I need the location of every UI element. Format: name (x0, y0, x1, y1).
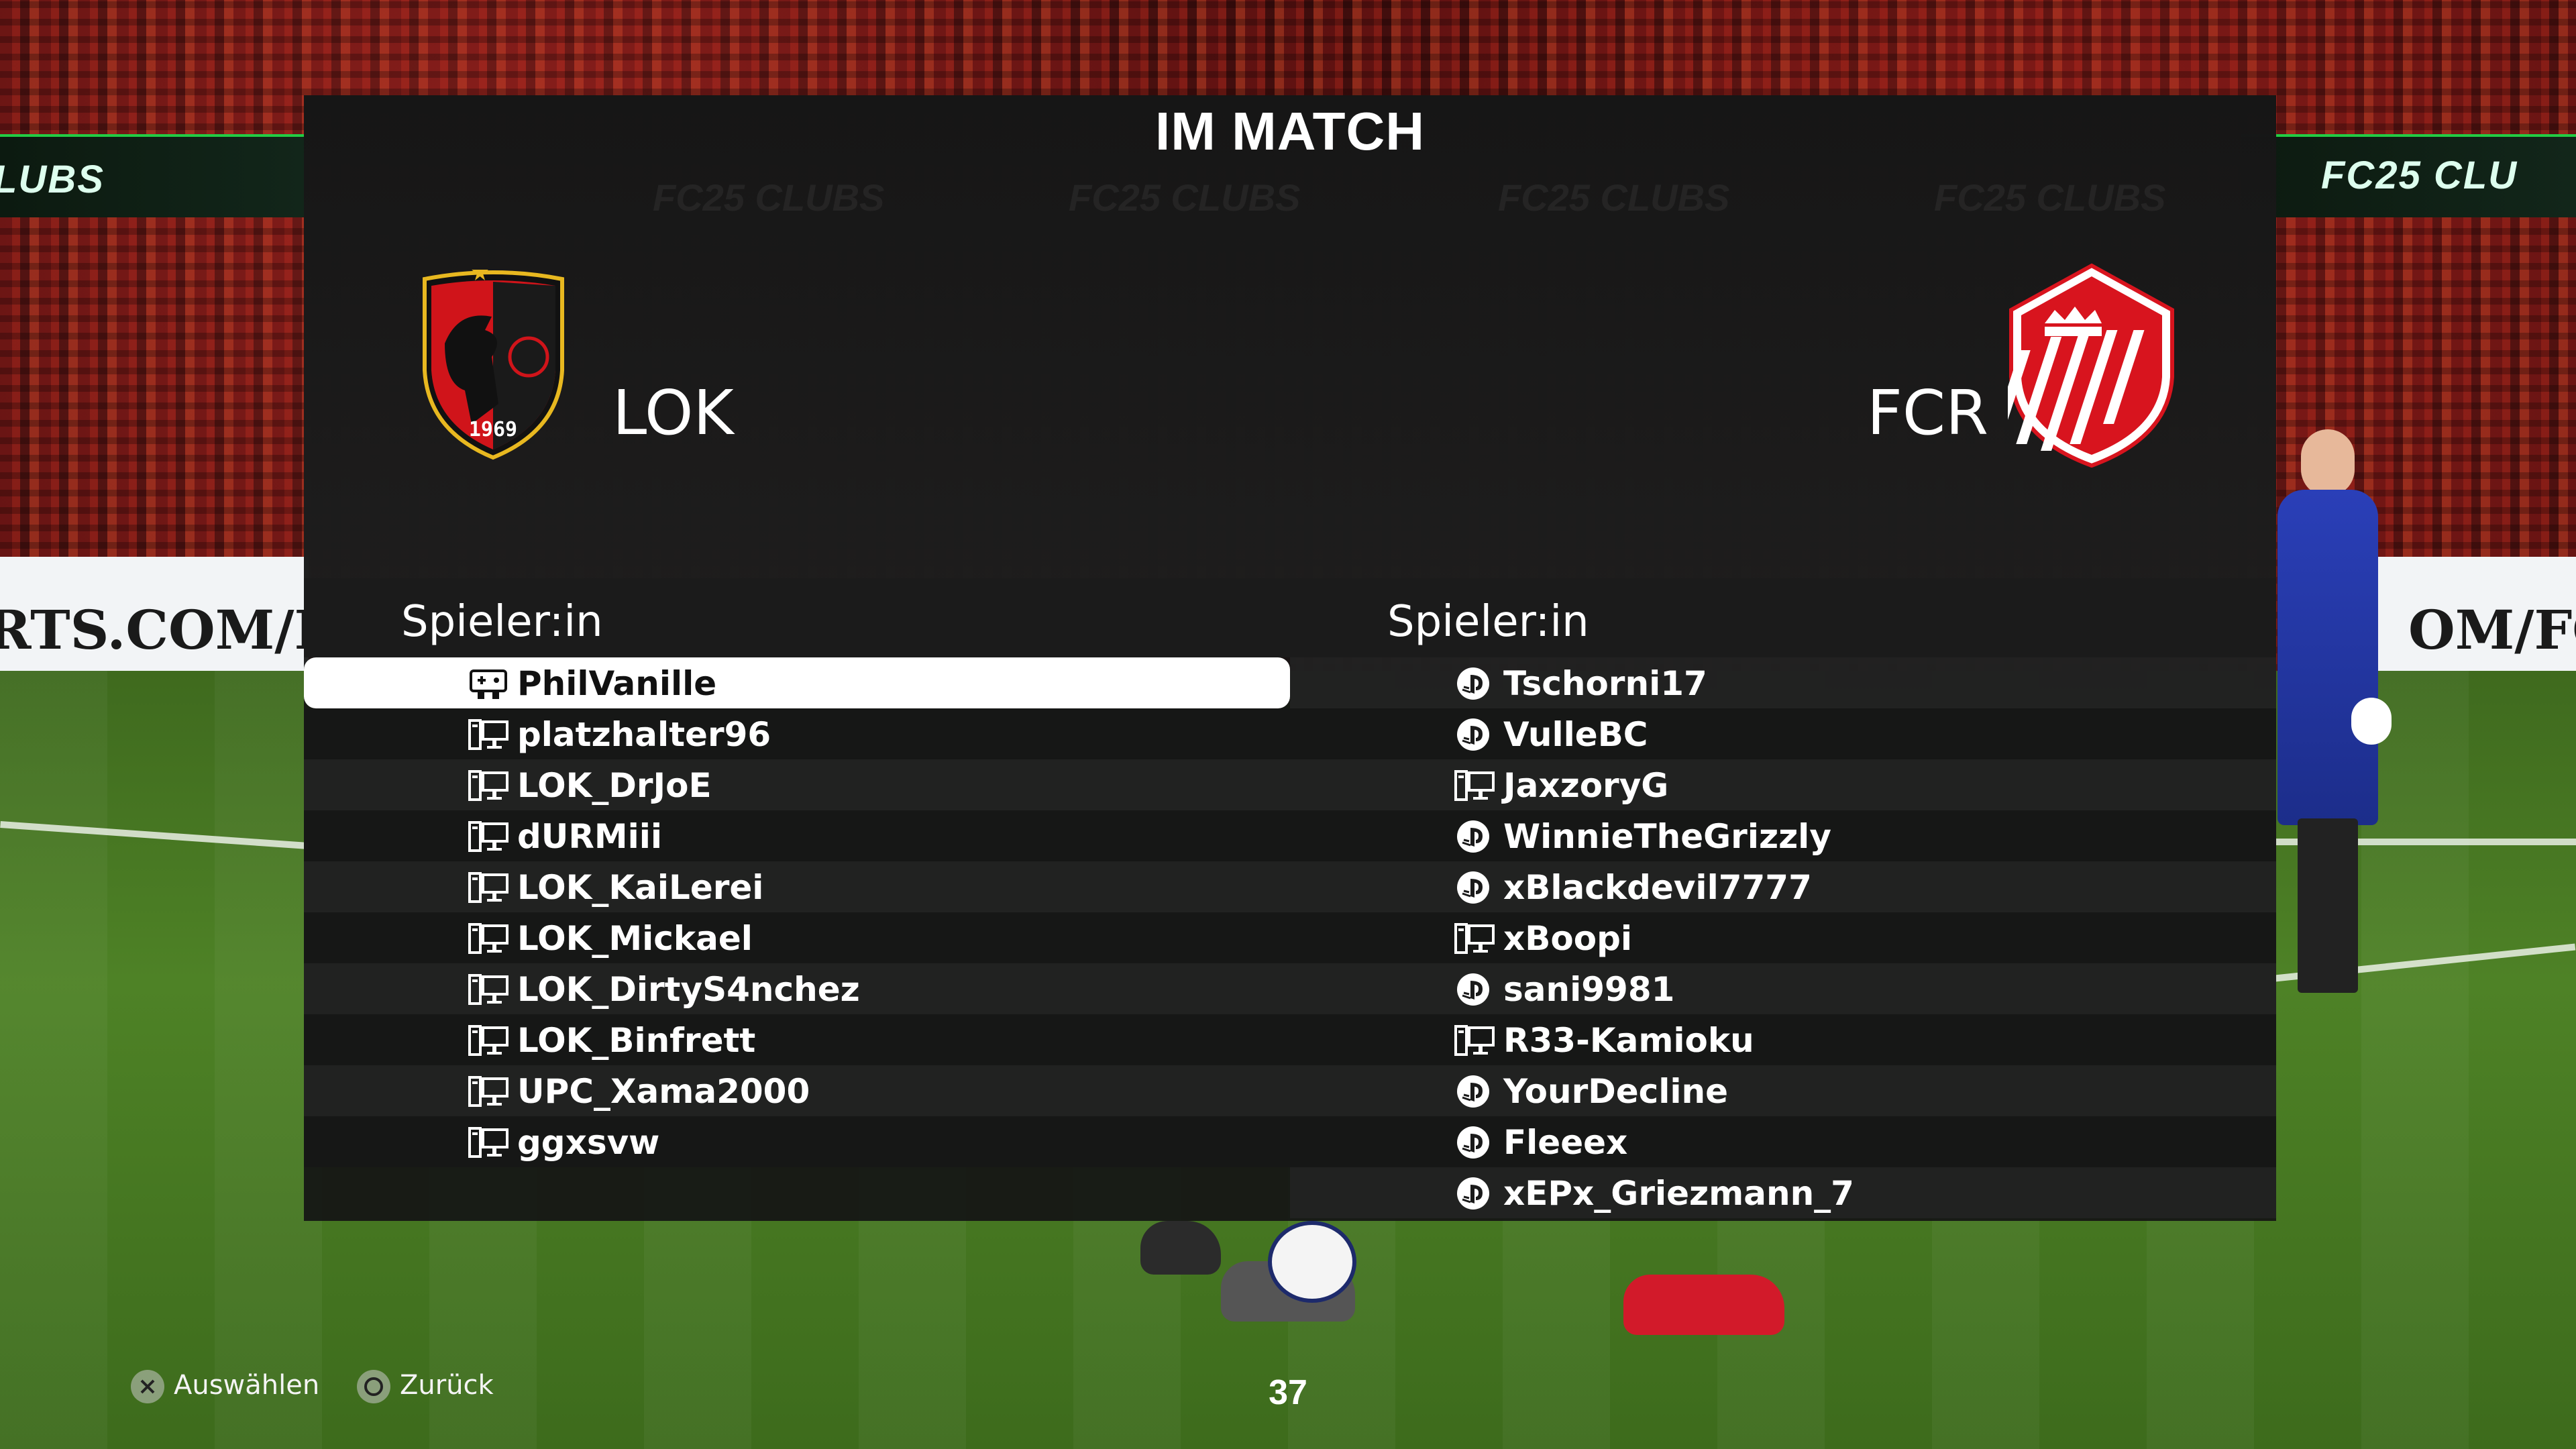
away-player-row[interactable]: Fleeex (1290, 1116, 2276, 1167)
watermark: FC25 CLUBS (653, 176, 885, 219)
select-label: Auswählen (174, 1370, 320, 1401)
controller-icon (468, 667, 508, 700)
away-player-row[interactable]: xBlackdevil7777 (1290, 861, 2276, 912)
player-name: LOK_DirtyS4nchez (517, 970, 860, 1009)
away-player-row[interactable]: JaxzoryG (1290, 759, 2276, 810)
home-player-row[interactable]: platzhalter96 (304, 708, 1290, 759)
home-player-row[interactable]: LOK_Mickael (304, 912, 1290, 963)
pc-icon (468, 718, 508, 751)
pitch-line (0, 820, 309, 850)
page-number: 37 (1269, 1373, 1307, 1412)
back-label: Zurück (400, 1370, 494, 1401)
home-player-row[interactable]: ggxsvw (304, 1116, 1290, 1167)
player-name: PhilVanille (517, 664, 717, 703)
player-name: LOK_DrJoE (517, 766, 712, 805)
away-team-abbr: FCR (1867, 377, 1989, 449)
home-player-list: PhilVanille platzhalter96 LOK_DrJoE dURMiii… (304, 657, 1290, 1167)
player-name: R33-Kamioku (1503, 1021, 1754, 1060)
home-team-crest: 1969 (423, 270, 564, 460)
away-player-row[interactable]: xEPx_Griezmann_7 (1290, 1167, 2276, 1218)
player-name: xEPx_Griezmann_7 (1503, 1174, 1854, 1213)
home-players-header: Spieler:in (304, 578, 1290, 657)
pc-icon (468, 1024, 508, 1057)
home-player-row[interactable]: LOK_DirtyS4nchez (304, 963, 1290, 1014)
playstation-icon (1454, 1075, 1495, 1108)
back-hint[interactable]: Zurück (357, 1370, 494, 1403)
player-name: Tschorni17 (1503, 664, 1707, 703)
panel-header: FC25 CLUBS FC25 CLUBS FC25 CLUBS FC25 CL… (304, 95, 2276, 578)
home-player-row[interactable]: LOK_Binfrett (304, 1014, 1290, 1065)
pc-icon (468, 1075, 508, 1108)
home-player-row[interactable]: UPC_Xama2000 (304, 1065, 1290, 1116)
pc-icon (1454, 922, 1495, 955)
home-player-row[interactable]: LOK_DrJoE (304, 759, 1290, 810)
playstation-icon (1454, 1177, 1495, 1210)
pc-icon (468, 820, 508, 853)
player-name: sani9981 (1503, 970, 1675, 1009)
away-player-row[interactable]: VulleBC (1290, 708, 2276, 759)
player-boot (1140, 1221, 1221, 1275)
away-player-row[interactable]: xBoopi (1290, 912, 2276, 963)
ad-board-left: LUBS (0, 134, 309, 217)
playstation-icon (1454, 871, 1495, 904)
player-name: YourDecline (1503, 1072, 1729, 1111)
player-name: xBlackdevil7777 (1503, 868, 1812, 907)
playstation-icon (1454, 667, 1495, 700)
away-player-list: Tschorni17 VulleBC JaxzoryG WinnieTheGrizzl… (1290, 657, 2276, 1218)
pc-icon (1454, 769, 1495, 802)
pc-icon (468, 769, 508, 802)
circle-button-icon (357, 1370, 390, 1403)
player-name: JaxzoryG (1503, 766, 1669, 805)
match-panel: FC25 CLUBS FC25 CLUBS FC25 CLUBS FC25 CL… (304, 95, 2276, 1221)
player-name: platzhalter96 (517, 715, 771, 754)
home-players-header-label: Spieler:in (401, 597, 603, 647)
away-player-row[interactable]: WinnieTheGrizzly (1290, 810, 2276, 861)
lower-board-right-text: OM/FC (2408, 598, 2576, 661)
watermark: FC25 CLUBS (1498, 176, 1730, 219)
select-hint[interactable]: Auswählen (131, 1370, 319, 1403)
home-player-row[interactable]: LOK_KaiLerei (304, 861, 1290, 912)
lower-board-left: RTS.COM/FC (0, 557, 375, 678)
watermark: FC25 CLUBS (1934, 176, 2166, 219)
player-name: WinnieTheGrizzly (1503, 817, 1831, 856)
pc-icon (1454, 1024, 1495, 1057)
player-boot (1623, 1275, 1784, 1335)
ad-board-right-text: FC25 CLU (2321, 154, 2518, 197)
player-name: Fleeex (1503, 1123, 1628, 1162)
pc-icon (468, 973, 508, 1006)
player-name: LOK_Mickael (517, 919, 753, 958)
playstation-icon (1454, 1126, 1495, 1159)
cross-button-icon (131, 1370, 164, 1403)
ad-board-right: FC25 CLU (2241, 134, 2576, 217)
ad-board-left-text: LUBS (0, 158, 105, 201)
away-player-row[interactable]: Tschorni17 (1290, 657, 2276, 708)
player-name: ggxsvw (517, 1123, 660, 1162)
pc-icon (468, 871, 508, 904)
away-players-header: Spieler:in (1290, 578, 2276, 657)
player-name: dURMiii (517, 817, 663, 856)
home-player-row[interactable]: PhilVanille (304, 657, 1290, 708)
away-player-row[interactable]: sani9981 (1290, 963, 2276, 1014)
football (1268, 1221, 1356, 1303)
player-name: VulleBC (1503, 715, 1648, 754)
playstation-icon (1454, 973, 1495, 1006)
pc-icon (468, 1126, 508, 1159)
away-player-row[interactable]: YourDecline (1290, 1065, 2276, 1116)
home-team-abbr: LOK (612, 377, 734, 449)
away-player-row[interactable]: R33-Kamioku (1290, 1014, 2276, 1065)
page-title: IM MATCH (1155, 101, 1425, 161)
home-player-row[interactable]: dURMiii (304, 810, 1290, 861)
player-name: xBoopi (1503, 919, 1632, 958)
coach-figure (2277, 429, 2392, 1006)
playstation-icon (1454, 820, 1495, 853)
player-name: LOK_KaiLerei (517, 868, 764, 907)
crest-year: 1969 (469, 418, 517, 441)
away-team-crest (2008, 263, 2174, 468)
watermark: FC25 CLUBS (1069, 176, 1301, 219)
pc-icon (468, 922, 508, 955)
player-name: LOK_Binfrett (517, 1021, 756, 1060)
playstation-icon (1454, 718, 1495, 751)
player-name: UPC_Xama2000 (517, 1072, 810, 1111)
away-players-header-label: Spieler:in (1387, 597, 1589, 647)
